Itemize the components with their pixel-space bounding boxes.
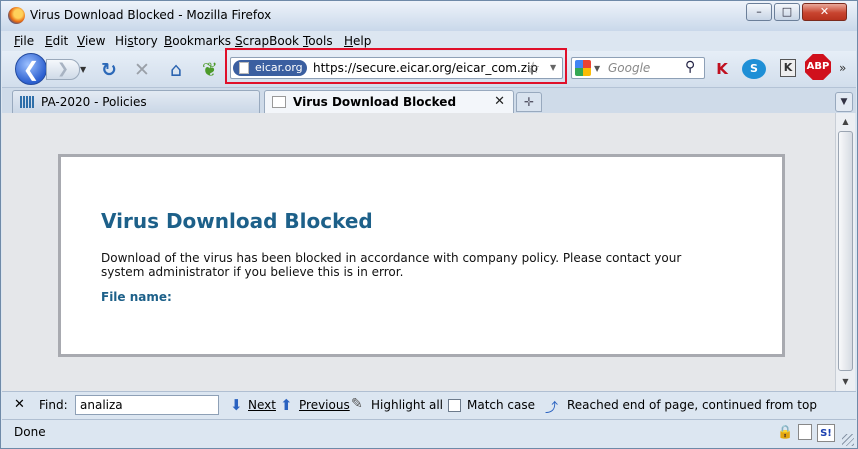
lock-icon[interactable]: 🔒 bbox=[777, 424, 793, 442]
block-message: Download of the virus has been blocked i… bbox=[101, 251, 682, 279]
google-engine-icon[interactable] bbox=[575, 60, 591, 76]
highlight-all-button[interactable]: Highlight all bbox=[371, 398, 443, 412]
tab-label: Virus Download Blocked bbox=[293, 95, 457, 109]
url-bar[interactable]: eicar.org https://secure.eicar.org/eicar… bbox=[230, 57, 563, 79]
url-dropdown-icon[interactable]: ▼ bbox=[550, 63, 556, 72]
tab-bar: PA-2020 - Policies Virus Download Blocke… bbox=[2, 87, 856, 114]
status-text: Done bbox=[14, 425, 46, 439]
browser-window: Virus Download Blocked - Mozilla Firefox… bbox=[0, 0, 858, 449]
adblock-plus-button[interactable]: ABP bbox=[805, 54, 831, 80]
si-addon-icon[interactable]: S! bbox=[817, 424, 835, 442]
engine-dropdown-icon[interactable]: ▼ bbox=[594, 64, 600, 73]
stop-icon[interactable]: ✕ bbox=[131, 59, 153, 81]
menu-view[interactable]: View bbox=[77, 34, 105, 48]
close-tab-icon[interactable]: ✕ bbox=[494, 94, 505, 109]
find-status: Reached end of page, continued from top bbox=[567, 398, 817, 412]
title-bar: Virus Download Blocked - Mozilla Firefox… bbox=[1, 1, 857, 31]
window-title: Virus Download Blocked - Mozilla Firefox bbox=[30, 8, 272, 22]
find-next-arrow-icon[interactable]: ⬇ bbox=[230, 396, 243, 414]
search-magnifier-icon[interactable]: ⚲ bbox=[685, 59, 695, 75]
leaf-addon-icon[interactable]: ❦ bbox=[199, 59, 221, 81]
find-previous-arrow-icon[interactable]: ⬆ bbox=[280, 396, 293, 414]
menu-file[interactable]: File bbox=[14, 34, 34, 48]
menu-tools[interactable]: Tools bbox=[303, 34, 333, 48]
scroll-up-icon[interactable]: ▲ bbox=[838, 115, 853, 129]
menu-bookmarks[interactable]: Bookmarks bbox=[164, 34, 231, 48]
site-identity-label: eicar.org bbox=[255, 61, 303, 74]
highlight-pen-icon[interactable]: ✎ bbox=[351, 396, 363, 412]
k-addon-button[interactable]: K bbox=[780, 59, 796, 77]
page-icon bbox=[239, 62, 249, 74]
find-previous-button[interactable]: Previous bbox=[299, 398, 350, 412]
firefox-logo-icon bbox=[8, 7, 25, 24]
page-info-icon[interactable] bbox=[798, 424, 812, 440]
menu-scrapbook[interactable]: ScrapBook bbox=[235, 34, 299, 48]
paloalto-favicon-icon bbox=[20, 96, 34, 108]
search-input[interactable]: Google bbox=[608, 61, 650, 75]
toolbar-overflow-icon[interactable]: » bbox=[839, 61, 846, 75]
wrapped-search-icon: ⤴ bbox=[545, 401, 559, 416]
tab-pa-2020-policies[interactable]: PA-2020 - Policies bbox=[12, 90, 260, 114]
menu-help[interactable]: Help bbox=[344, 34, 371, 48]
close-find-bar-icon[interactable]: ✕ bbox=[14, 397, 25, 412]
block-message-box: Virus Download Blocked Download of the v… bbox=[58, 154, 785, 357]
home-icon[interactable]: ⌂ bbox=[165, 59, 187, 81]
close-window-button[interactable]: ✕ bbox=[802, 3, 847, 21]
find-input[interactable] bbox=[75, 395, 219, 415]
tab-label: PA-2020 - Policies bbox=[41, 95, 147, 109]
minimize-button[interactable]: – bbox=[746, 3, 772, 21]
scroll-thumb[interactable] bbox=[838, 131, 853, 371]
back-button[interactable]: ❮ bbox=[15, 53, 47, 85]
match-case-checkbox[interactable] bbox=[448, 399, 461, 412]
vertical-scrollbar[interactable]: ▲ ▼ bbox=[835, 113, 855, 391]
bookmark-star-icon[interactable]: ☆ bbox=[526, 58, 540, 77]
kaspersky-icon[interactable]: K bbox=[713, 59, 731, 79]
status-bar: Done 🔒 S! bbox=[2, 419, 856, 448]
menu-edit[interactable]: Edit bbox=[45, 34, 68, 48]
page-favicon-icon bbox=[272, 96, 286, 108]
resize-grip-icon[interactable] bbox=[842, 434, 854, 446]
menu-history[interactable]: History bbox=[115, 34, 158, 48]
scroll-down-icon[interactable]: ▼ bbox=[838, 375, 853, 389]
skype-icon[interactable]: S bbox=[742, 59, 766, 79]
site-identity-button[interactable]: eicar.org bbox=[233, 60, 307, 76]
find-label: Find: bbox=[39, 398, 68, 412]
tab-virus-download-blocked[interactable]: Virus Download Blocked ✕ bbox=[264, 90, 514, 114]
page-heading: Virus Download Blocked bbox=[101, 209, 373, 233]
history-dropdown-icon[interactable]: ▼ bbox=[80, 65, 86, 74]
maximize-button[interactable]: □ bbox=[774, 3, 800, 21]
find-bar: ✕ Find: ⬇ Next ⬆ Previous ✎ Highlight al… bbox=[2, 391, 856, 419]
find-next-button[interactable]: Next bbox=[248, 398, 276, 412]
reload-icon[interactable]: ↻ bbox=[98, 59, 120, 81]
page-content: Virus Download Blocked Download of the v… bbox=[2, 113, 835, 391]
url-input[interactable]: https://secure.eicar.org/eicar_com.zip bbox=[313, 61, 538, 75]
tab-list-dropdown-icon[interactable]: ▼ bbox=[835, 92, 853, 112]
search-box[interactable]: ▼ Google ⚲ bbox=[571, 57, 705, 79]
file-name-label: File name: bbox=[101, 290, 172, 304]
new-tab-button[interactable]: ✛ bbox=[516, 92, 542, 112]
match-case-label[interactable]: Match case bbox=[467, 398, 535, 412]
forward-button[interactable]: ❯ bbox=[46, 59, 80, 80]
